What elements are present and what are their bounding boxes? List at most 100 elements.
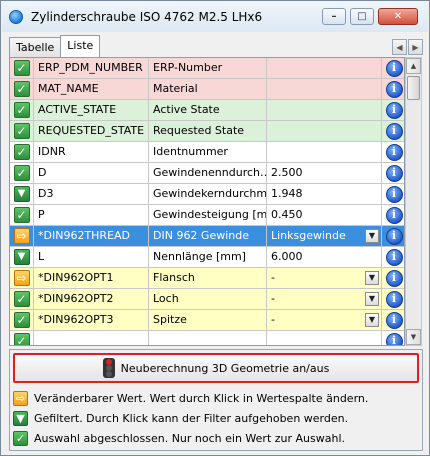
status-cell[interactable]: ⇨ bbox=[10, 268, 34, 288]
status-cell[interactable]: ⇨ bbox=[10, 226, 34, 246]
check-icon[interactable]: ✓ bbox=[13, 60, 30, 76]
info-cell[interactable]: i bbox=[382, 226, 404, 246]
table-row[interactable]: ✓ *DIN962OPT2 Loch - ▼ i bbox=[10, 289, 404, 310]
parameter-value[interactable]: 0.450 bbox=[267, 205, 382, 225]
status-cell[interactable]: ✓ bbox=[10, 163, 34, 183]
check-icon[interactable]: ✓ bbox=[13, 144, 30, 160]
parameter-value[interactable] bbox=[267, 142, 382, 162]
info-icon[interactable]: i bbox=[385, 332, 403, 345]
scroll-up-button[interactable]: ▲ bbox=[406, 58, 421, 74]
scroll-thumb[interactable] bbox=[407, 76, 420, 100]
tab-tabelle[interactable]: Tabelle bbox=[9, 37, 62, 57]
table-row[interactable]: ⇨ *DIN962OPT1 Flansch - ▼ i bbox=[10, 268, 404, 289]
check-icon[interactable]: ✓ bbox=[13, 165, 30, 181]
info-icon[interactable]: i bbox=[385, 101, 403, 119]
close-button[interactable]: ✕ bbox=[378, 8, 418, 25]
dropdown-arrow-icon[interactable]: ▼ bbox=[365, 313, 379, 327]
check-icon[interactable]: ✓ bbox=[13, 123, 30, 139]
status-cell[interactable]: ✓ bbox=[10, 58, 34, 78]
info-cell[interactable]: i bbox=[382, 205, 404, 225]
status-cell[interactable]: ✓ bbox=[10, 289, 34, 309]
tab-liste[interactable]: Liste bbox=[60, 35, 101, 57]
scroll-down-button[interactable]: ▼ bbox=[406, 329, 421, 345]
info-cell[interactable]: i bbox=[382, 100, 404, 120]
table-row[interactable]: ✓ REQUESTED_STATE Requested State i bbox=[10, 121, 404, 142]
info-icon[interactable]: i bbox=[385, 122, 403, 140]
parameter-value[interactable]: - ▼ bbox=[267, 268, 382, 288]
table-row[interactable]: ✓ IDNR Identnummer i bbox=[10, 142, 404, 163]
info-cell[interactable]: i bbox=[382, 184, 404, 204]
parameter-value[interactable]: 2.500 bbox=[267, 163, 382, 183]
table-row[interactable]: ✓ ERP_PDM_NUMBER ERP-Number i bbox=[10, 58, 404, 79]
tab-scroll-left-button[interactable]: ◀ bbox=[392, 39, 407, 55]
check-icon[interactable]: ✓ bbox=[13, 102, 30, 118]
parameter-value[interactable]: - ▼ bbox=[267, 310, 382, 330]
info-cell[interactable]: i bbox=[382, 331, 404, 345]
info-icon[interactable]: i bbox=[385, 164, 403, 182]
parameter-value[interactable]: - ▼ bbox=[267, 289, 382, 309]
parameter-value[interactable]: 6.000 bbox=[267, 247, 382, 267]
recalc-3d-geometry-button[interactable]: Neuberechnung 3D Geometrie an/aus bbox=[13, 353, 419, 383]
info-icon[interactable]: i bbox=[385, 185, 403, 203]
info-icon[interactable]: i bbox=[385, 227, 403, 245]
filter-icon[interactable]: ▼ bbox=[13, 186, 30, 202]
table-row[interactable]: ⇨ *DIN962THREAD DIN 962 Gewinde Linksgewind… bbox=[10, 226, 404, 247]
check-icon[interactable]: ✓ bbox=[13, 81, 30, 97]
arrow-icon[interactable]: ⇨ bbox=[13, 228, 30, 244]
status-cell[interactable]: ▼ bbox=[10, 184, 34, 204]
parameter-value[interactable] bbox=[267, 100, 382, 120]
info-icon[interactable]: i bbox=[385, 80, 403, 98]
info-icon[interactable]: i bbox=[385, 143, 403, 161]
table-row[interactable]: ✓ *DIN962OPT3 Spitze - ▼ i bbox=[10, 310, 404, 331]
info-cell[interactable]: i bbox=[382, 289, 404, 309]
vertical-scrollbar[interactable]: ▲ ▼ bbox=[405, 57, 422, 346]
check-icon[interactable]: ✓ bbox=[13, 312, 30, 328]
info-icon[interactable]: i bbox=[385, 248, 403, 266]
dropdown-arrow-icon[interactable]: ▼ bbox=[365, 229, 379, 243]
minimize-button[interactable]: – bbox=[322, 8, 346, 25]
info-cell[interactable]: i bbox=[382, 247, 404, 267]
parameter-value[interactable] bbox=[267, 79, 382, 99]
table-row[interactable]: ✓ i bbox=[10, 331, 404, 345]
arrow-icon[interactable]: ⇨ bbox=[13, 270, 30, 286]
status-cell[interactable]: ✓ bbox=[10, 331, 34, 345]
parameter-value[interactable] bbox=[267, 331, 382, 345]
status-cell[interactable]: ✓ bbox=[10, 310, 34, 330]
table-row[interactable]: ✓ MAT_NAME Material i bbox=[10, 79, 404, 100]
info-icon[interactable]: i bbox=[385, 311, 403, 329]
parameter-value[interactable] bbox=[267, 121, 382, 141]
status-cell[interactable]: ✓ bbox=[10, 100, 34, 120]
info-cell[interactable]: i bbox=[382, 163, 404, 183]
table-row[interactable]: ▼ L Nennlänge [mm] 6.000 i bbox=[10, 247, 404, 268]
info-icon[interactable]: i bbox=[385, 59, 403, 77]
check-icon[interactable]: ✓ bbox=[13, 333, 30, 345]
info-icon[interactable]: i bbox=[385, 269, 403, 287]
table-row[interactable]: ✓ D Gewindenenndurch… 2.500 i bbox=[10, 163, 404, 184]
filter-icon[interactable]: ▼ bbox=[13, 249, 30, 265]
maximize-button[interactable]: □ bbox=[350, 8, 374, 25]
status-cell[interactable]: ✓ bbox=[10, 205, 34, 225]
table-row[interactable]: ▼ D3 Gewindekerndurchm… 1.948 i bbox=[10, 184, 404, 205]
check-icon[interactable]: ✓ bbox=[13, 291, 30, 307]
info-cell[interactable]: i bbox=[382, 142, 404, 162]
table-row[interactable]: ✓ ACTIVE_STATE Active State i bbox=[10, 100, 404, 121]
info-cell[interactable]: i bbox=[382, 121, 404, 141]
dropdown-arrow-icon[interactable]: ▼ bbox=[365, 271, 379, 285]
check-icon[interactable]: ✓ bbox=[13, 207, 30, 223]
parameter-value[interactable]: 1.948 bbox=[267, 184, 382, 204]
status-cell[interactable]: ✓ bbox=[10, 121, 34, 141]
status-cell[interactable]: ✓ bbox=[10, 79, 34, 99]
parameter-value[interactable] bbox=[267, 58, 382, 78]
info-icon[interactable]: i bbox=[385, 206, 403, 224]
status-cell[interactable]: ✓ bbox=[10, 142, 34, 162]
table-row[interactable]: ✓PGewindesteigung [mm] 0.450 i bbox=[10, 205, 404, 226]
parameter-value[interactable]: Linksgewinde ▼ bbox=[267, 226, 382, 246]
info-cell[interactable]: i bbox=[382, 310, 404, 330]
info-icon[interactable]: i bbox=[385, 290, 403, 308]
info-cell[interactable]: i bbox=[382, 58, 404, 78]
status-cell[interactable]: ▼ bbox=[10, 247, 34, 267]
info-cell[interactable]: i bbox=[382, 268, 404, 288]
dropdown-arrow-icon[interactable]: ▼ bbox=[365, 292, 379, 306]
tab-scroll-right-button[interactable]: ▶ bbox=[408, 39, 423, 55]
info-cell[interactable]: i bbox=[382, 79, 404, 99]
